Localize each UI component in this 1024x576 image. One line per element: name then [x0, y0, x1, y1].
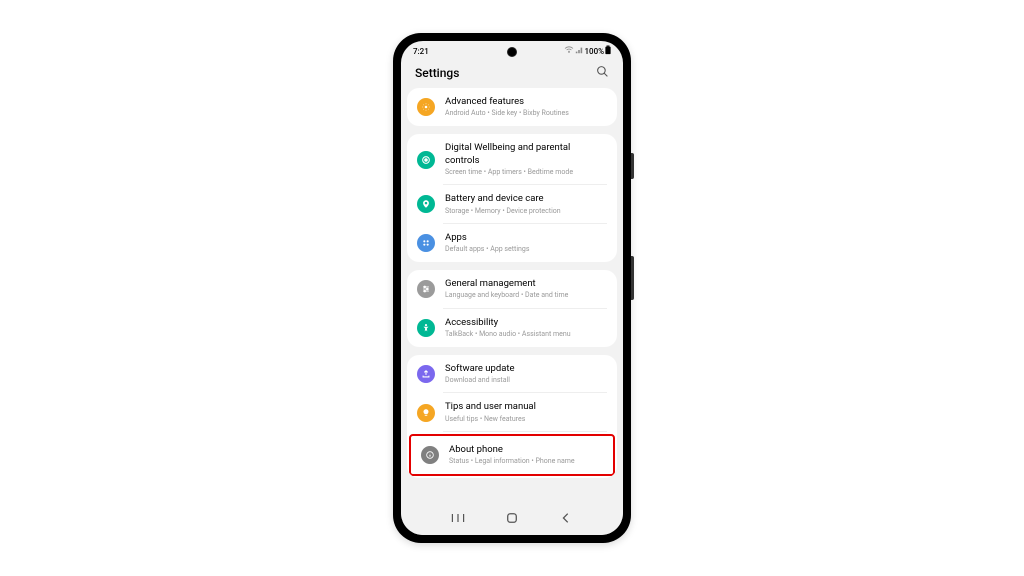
settings-item-digital-wellbeing[interactable]: Digital Wellbeing and parental controls … [407, 134, 617, 185]
settings-group: Software update Download and install Tip… [407, 355, 617, 478]
settings-item-about-phone[interactable]: About phone Status • Legal information •… [409, 434, 615, 476]
settings-list: Advanced features Android Auto • Side ke… [401, 88, 623, 503]
item-subtitle: Status • Legal information • Phone name [449, 457, 603, 466]
status-time: 7:21 [413, 47, 429, 56]
item-subtitle: Useful tips • New features [445, 415, 607, 424]
settings-group: General management Language and keyboard… [407, 270, 617, 347]
accessibility-icon [417, 319, 435, 337]
general-icon [417, 280, 435, 298]
recents-button[interactable] [448, 511, 468, 525]
about-phone-icon [421, 446, 439, 464]
page-title: Settings [415, 66, 459, 80]
item-title: Accessibility [445, 317, 607, 329]
item-title: General management [445, 278, 607, 290]
battery-icon [605, 45, 611, 57]
item-title: Tips and user manual [445, 401, 607, 413]
item-subtitle: Screen time • App timers • Bedtime mode [445, 168, 607, 177]
item-subtitle: Default apps • App settings [445, 245, 607, 254]
settings-item-general-management[interactable]: General management Language and keyboard… [407, 270, 617, 308]
settings-item-battery[interactable]: Battery and device care Storage • Memory… [407, 185, 617, 223]
tips-icon [417, 404, 435, 422]
battery-icon [417, 195, 435, 213]
apps-icon [417, 234, 435, 252]
item-title: About phone [449, 444, 603, 456]
item-subtitle: TalkBack • Mono audio • Assistant menu [445, 330, 607, 339]
nav-bar [401, 503, 623, 535]
item-title: Advanced features [445, 96, 607, 108]
back-button[interactable] [556, 511, 576, 525]
settings-group: Advanced features Android Auto • Side ke… [407, 88, 617, 126]
home-button[interactable] [502, 511, 522, 525]
battery-pct: 100% [584, 47, 604, 56]
header: Settings [401, 59, 623, 88]
camera-notch [507, 47, 517, 57]
phone-frame: 7:21 100% [393, 33, 631, 543]
settings-group: Digital Wellbeing and parental controls … [407, 134, 617, 262]
item-title: Battery and device care [445, 193, 607, 205]
settings-item-tips[interactable]: Tips and user manual Useful tips • New f… [407, 393, 617, 431]
settings-item-accessibility[interactable]: Accessibility TalkBack • Mono audio • As… [407, 309, 617, 347]
settings-item-advanced-features[interactable]: Advanced features Android Auto • Side ke… [407, 88, 617, 126]
advanced-icon [417, 98, 435, 116]
wifi-icon [564, 46, 574, 56]
item-subtitle: Storage • Memory • Device protection [445, 207, 607, 216]
settings-item-software-update[interactable]: Software update Download and install [407, 355, 617, 393]
item-title: Apps [445, 232, 607, 244]
search-icon[interactable] [596, 63, 609, 82]
screen: 7:21 100% [401, 41, 623, 535]
item-title: Software update [445, 363, 607, 375]
item-title: Digital Wellbeing and parental controls [445, 142, 607, 167]
wellbeing-icon [417, 151, 435, 169]
settings-item-apps[interactable]: Apps Default apps • App settings [407, 224, 617, 262]
side-button [631, 256, 634, 300]
item-subtitle: Android Auto • Side key • Bixby Routines [445, 109, 607, 118]
item-subtitle: Download and install [445, 376, 607, 385]
item-subtitle: Language and keyboard • Date and time [445, 291, 607, 300]
side-button [631, 153, 634, 179]
software-update-icon [417, 365, 435, 383]
signal-icon [575, 46, 583, 56]
